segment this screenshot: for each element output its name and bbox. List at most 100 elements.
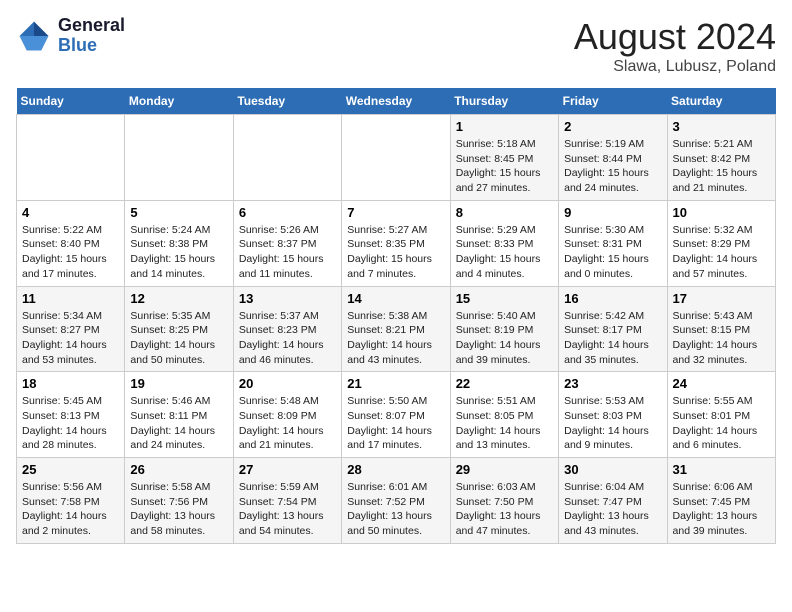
calendar-cell: 25Sunrise: 5:56 AM Sunset: 7:58 PM Dayli… <box>17 458 125 544</box>
calendar-cell <box>342 115 450 201</box>
day-content: Sunrise: 6:03 AM Sunset: 7:50 PM Dayligh… <box>456 480 553 539</box>
calendar-cell: 9 Sunrise: 5:30 AM Sunset: 8:31 PM Daylig… <box>559 200 667 286</box>
calendar-cell: 19 Sunrise: 5:46 AM Sunset: 8:11 PM Dayli… <box>125 372 233 458</box>
weekday-sunday: Sunday <box>17 88 125 115</box>
logo-icon <box>16 18 52 54</box>
day-number: 1 <box>456 119 553 134</box>
calendar-cell: 22Sunrise: 5:51 AM Sunset: 8:05 PM Dayli… <box>450 372 558 458</box>
calendar-cell: 24Sunrise: 5:55 AM Sunset: 8:01 PM Dayli… <box>667 372 775 458</box>
calendar-cell <box>17 115 125 201</box>
calendar-cell: 8Sunrise: 5:29 AM Sunset: 8:33 PM Daylig… <box>450 200 558 286</box>
calendar-cell: 14 Sunrise: 5:38 AM Sunset: 8:21 PM Dayli… <box>342 286 450 372</box>
calendar-cell: 16Sunrise: 5:42 AM Sunset: 8:17 PM Dayli… <box>559 286 667 372</box>
day-content: Sunrise: 5:26 AM Sunset: 8:37 PM Dayligh… <box>239 223 336 282</box>
day-content: Sunrise: 5:58 AM Sunset: 7:56 PM Dayligh… <box>130 480 227 539</box>
calendar-cell: 3 Sunrise: 5:21 AM Sunset: 8:42 PM Daylig… <box>667 115 775 201</box>
calendar-table: SundayMondayTuesdayWednesdayThursdayFrid… <box>16 88 776 544</box>
calendar-cell: 15Sunrise: 5:40 AM Sunset: 8:19 PM Dayli… <box>450 286 558 372</box>
weekday-tuesday: Tuesday <box>233 88 341 115</box>
day-number: 23 <box>564 376 661 391</box>
weekday-monday: Monday <box>125 88 233 115</box>
day-content: Sunrise: 6:06 AM Sunset: 7:45 PM Dayligh… <box>673 480 770 539</box>
day-content: Sunrise: 5:56 AM Sunset: 7:58 PM Dayligh… <box>22 480 119 539</box>
day-number: 19 <box>130 376 227 391</box>
weekday-saturday: Saturday <box>667 88 775 115</box>
calendar-cell: 18 Sunrise: 5:45 AM Sunset: 8:13 PM Dayli… <box>17 372 125 458</box>
weekday-wednesday: Wednesday <box>342 88 450 115</box>
calendar-cell: 12 Sunrise: 5:35 AM Sunset: 8:25 PM Dayli… <box>125 286 233 372</box>
calendar-week-2: 4 Sunrise: 5:22 AM Sunset: 8:40 PM Daylig… <box>17 200 776 286</box>
day-number: 10 <box>673 205 770 220</box>
calendar-cell: 27 Sunrise: 5:59 AM Sunset: 7:54 PM Dayli… <box>233 458 341 544</box>
day-number: 31 <box>673 462 770 477</box>
day-content: Sunrise: 5:53 AM Sunset: 8:03 PM Dayligh… <box>564 394 661 453</box>
logo-line1: General <box>58 16 125 36</box>
calendar-cell: 5Sunrise: 5:24 AM Sunset: 8:38 PM Daylig… <box>125 200 233 286</box>
day-number: 9 <box>564 205 661 220</box>
calendar-cell: 13Sunrise: 5:37 AM Sunset: 8:23 PM Dayli… <box>233 286 341 372</box>
calendar-cell: 31 Sunrise: 6:06 AM Sunset: 7:45 PM Dayli… <box>667 458 775 544</box>
logo-line2: Blue <box>58 36 125 56</box>
day-content: Sunrise: 5:38 AM Sunset: 8:21 PM Dayligh… <box>347 309 444 368</box>
calendar-cell: 6Sunrise: 5:26 AM Sunset: 8:37 PM Daylig… <box>233 200 341 286</box>
day-content: Sunrise: 5:35 AM Sunset: 8:25 PM Dayligh… <box>130 309 227 368</box>
calendar-cell: 21 Sunrise: 5:50 AM Sunset: 8:07 PM Dayli… <box>342 372 450 458</box>
day-content: Sunrise: 5:42 AM Sunset: 8:17 PM Dayligh… <box>564 309 661 368</box>
calendar-cell <box>125 115 233 201</box>
day-content: Sunrise: 5:43 AM Sunset: 8:15 PM Dayligh… <box>673 309 770 368</box>
day-content: Sunrise: 5:45 AM Sunset: 8:13 PM Dayligh… <box>22 394 119 453</box>
day-number: 21 <box>347 376 444 391</box>
day-content: Sunrise: 5:48 AM Sunset: 8:09 PM Dayligh… <box>239 394 336 453</box>
day-content: Sunrise: 5:30 AM Sunset: 8:31 PM Dayligh… <box>564 223 661 282</box>
day-number: 27 <box>239 462 336 477</box>
calendar-week-1: 1Sunrise: 5:18 AM Sunset: 8:45 PM Daylig… <box>17 115 776 201</box>
day-number: 14 <box>347 291 444 306</box>
calendar-cell: 1Sunrise: 5:18 AM Sunset: 8:45 PM Daylig… <box>450 115 558 201</box>
day-number: 28 <box>347 462 444 477</box>
weekday-header-row: SundayMondayTuesdayWednesdayThursdayFrid… <box>17 88 776 115</box>
calendar-cell: 10 Sunrise: 5:32 AM Sunset: 8:29 PM Dayli… <box>667 200 775 286</box>
day-content: Sunrise: 5:50 AM Sunset: 8:07 PM Dayligh… <box>347 394 444 453</box>
calendar-cell: 26 Sunrise: 5:58 AM Sunset: 7:56 PM Dayli… <box>125 458 233 544</box>
day-number: 3 <box>673 119 770 134</box>
calendar-cell: 4 Sunrise: 5:22 AM Sunset: 8:40 PM Daylig… <box>17 200 125 286</box>
calendar-cell: 17 Sunrise: 5:43 AM Sunset: 8:15 PM Dayli… <box>667 286 775 372</box>
day-number: 26 <box>130 462 227 477</box>
day-content: Sunrise: 5:34 AM Sunset: 8:27 PM Dayligh… <box>22 309 119 368</box>
day-content: Sunrise: 5:46 AM Sunset: 8:11 PM Dayligh… <box>130 394 227 453</box>
calendar-body: 1Sunrise: 5:18 AM Sunset: 8:45 PM Daylig… <box>17 115 776 544</box>
calendar-week-5: 25Sunrise: 5:56 AM Sunset: 7:58 PM Dayli… <box>17 458 776 544</box>
day-number: 4 <box>22 205 119 220</box>
logo: General Blue <box>16 16 125 56</box>
day-content: Sunrise: 5:19 AM Sunset: 8:44 PM Dayligh… <box>564 137 661 196</box>
day-content: Sunrise: 5:59 AM Sunset: 7:54 PM Dayligh… <box>239 480 336 539</box>
calendar-cell: 20 Sunrise: 5:48 AM Sunset: 8:09 PM Dayli… <box>233 372 341 458</box>
day-number: 20 <box>239 376 336 391</box>
calendar-cell: 23 Sunrise: 5:53 AM Sunset: 8:03 PM Dayli… <box>559 372 667 458</box>
day-number: 15 <box>456 291 553 306</box>
day-content: Sunrise: 5:21 AM Sunset: 8:42 PM Dayligh… <box>673 137 770 196</box>
day-number: 18 <box>22 376 119 391</box>
day-content: Sunrise: 5:32 AM Sunset: 8:29 PM Dayligh… <box>673 223 770 282</box>
day-content: Sunrise: 5:29 AM Sunset: 8:33 PM Dayligh… <box>456 223 553 282</box>
weekday-friday: Friday <box>559 88 667 115</box>
day-content: Sunrise: 6:01 AM Sunset: 7:52 PM Dayligh… <box>347 480 444 539</box>
calendar-cell: 2 Sunrise: 5:19 AM Sunset: 8:44 PM Daylig… <box>559 115 667 201</box>
calendar-cell: 28 Sunrise: 6:01 AM Sunset: 7:52 PM Dayli… <box>342 458 450 544</box>
day-content: Sunrise: 5:24 AM Sunset: 8:38 PM Dayligh… <box>130 223 227 282</box>
day-number: 7 <box>347 205 444 220</box>
calendar-week-3: 11Sunrise: 5:34 AM Sunset: 8:27 PM Dayli… <box>17 286 776 372</box>
day-content: Sunrise: 5:22 AM Sunset: 8:40 PM Dayligh… <box>22 223 119 282</box>
day-number: 24 <box>673 376 770 391</box>
day-number: 17 <box>673 291 770 306</box>
weekday-thursday: Thursday <box>450 88 558 115</box>
calendar-cell: 7Sunrise: 5:27 AM Sunset: 8:35 PM Daylig… <box>342 200 450 286</box>
page-title: August 2024 <box>574 16 776 58</box>
calendar-cell: 29Sunrise: 6:03 AM Sunset: 7:50 PM Dayli… <box>450 458 558 544</box>
day-number: 2 <box>564 119 661 134</box>
day-number: 12 <box>130 291 227 306</box>
page-header: General Blue August 2024 Slawa, Lubusz, … <box>16 16 776 76</box>
day-number: 13 <box>239 291 336 306</box>
page-subtitle: Slawa, Lubusz, Poland <box>574 58 776 76</box>
day-content: Sunrise: 6:04 AM Sunset: 7:47 PM Dayligh… <box>564 480 661 539</box>
